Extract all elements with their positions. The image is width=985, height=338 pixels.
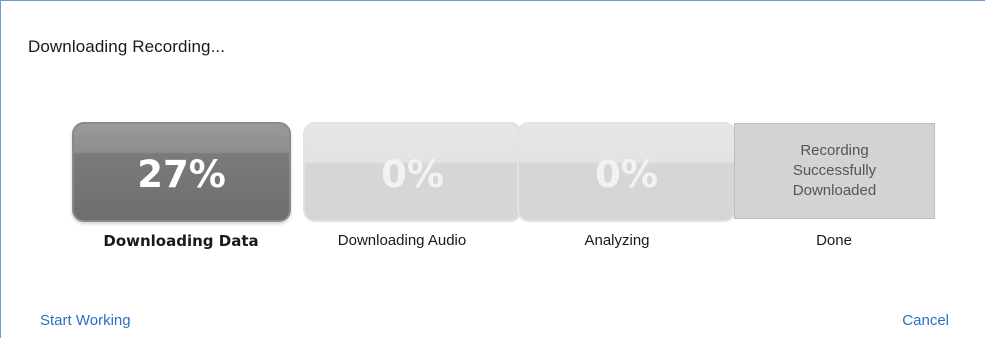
stage-downloading-data-box: 27% xyxy=(72,122,291,222)
stage-downloading-audio-box: 0% xyxy=(303,122,522,222)
stage-downloading-data-label: Downloading Data xyxy=(103,232,259,250)
stage-analyzing-label: Analyzing xyxy=(584,232,650,249)
stage-downloading-audio-label: Downloading Audio xyxy=(337,232,467,249)
download-dialog: Downloading Recording... 27% Downloading… xyxy=(0,0,985,338)
stage-downloading-audio-percent: 0% xyxy=(381,152,444,196)
dialog-title: Downloading Recording... xyxy=(28,37,226,56)
stage-analyzing-box: 0% xyxy=(517,122,736,222)
start-working-link[interactable]: Start Working xyxy=(40,312,131,329)
stage-done-label: Done xyxy=(816,232,852,249)
stage-done-box: Recording Successfully Downloaded xyxy=(734,123,935,219)
cancel-link[interactable]: Cancel xyxy=(902,312,949,329)
stage-downloading-data-percent: 27% xyxy=(137,152,226,196)
stage-analyzing-percent: 0% xyxy=(595,152,658,196)
